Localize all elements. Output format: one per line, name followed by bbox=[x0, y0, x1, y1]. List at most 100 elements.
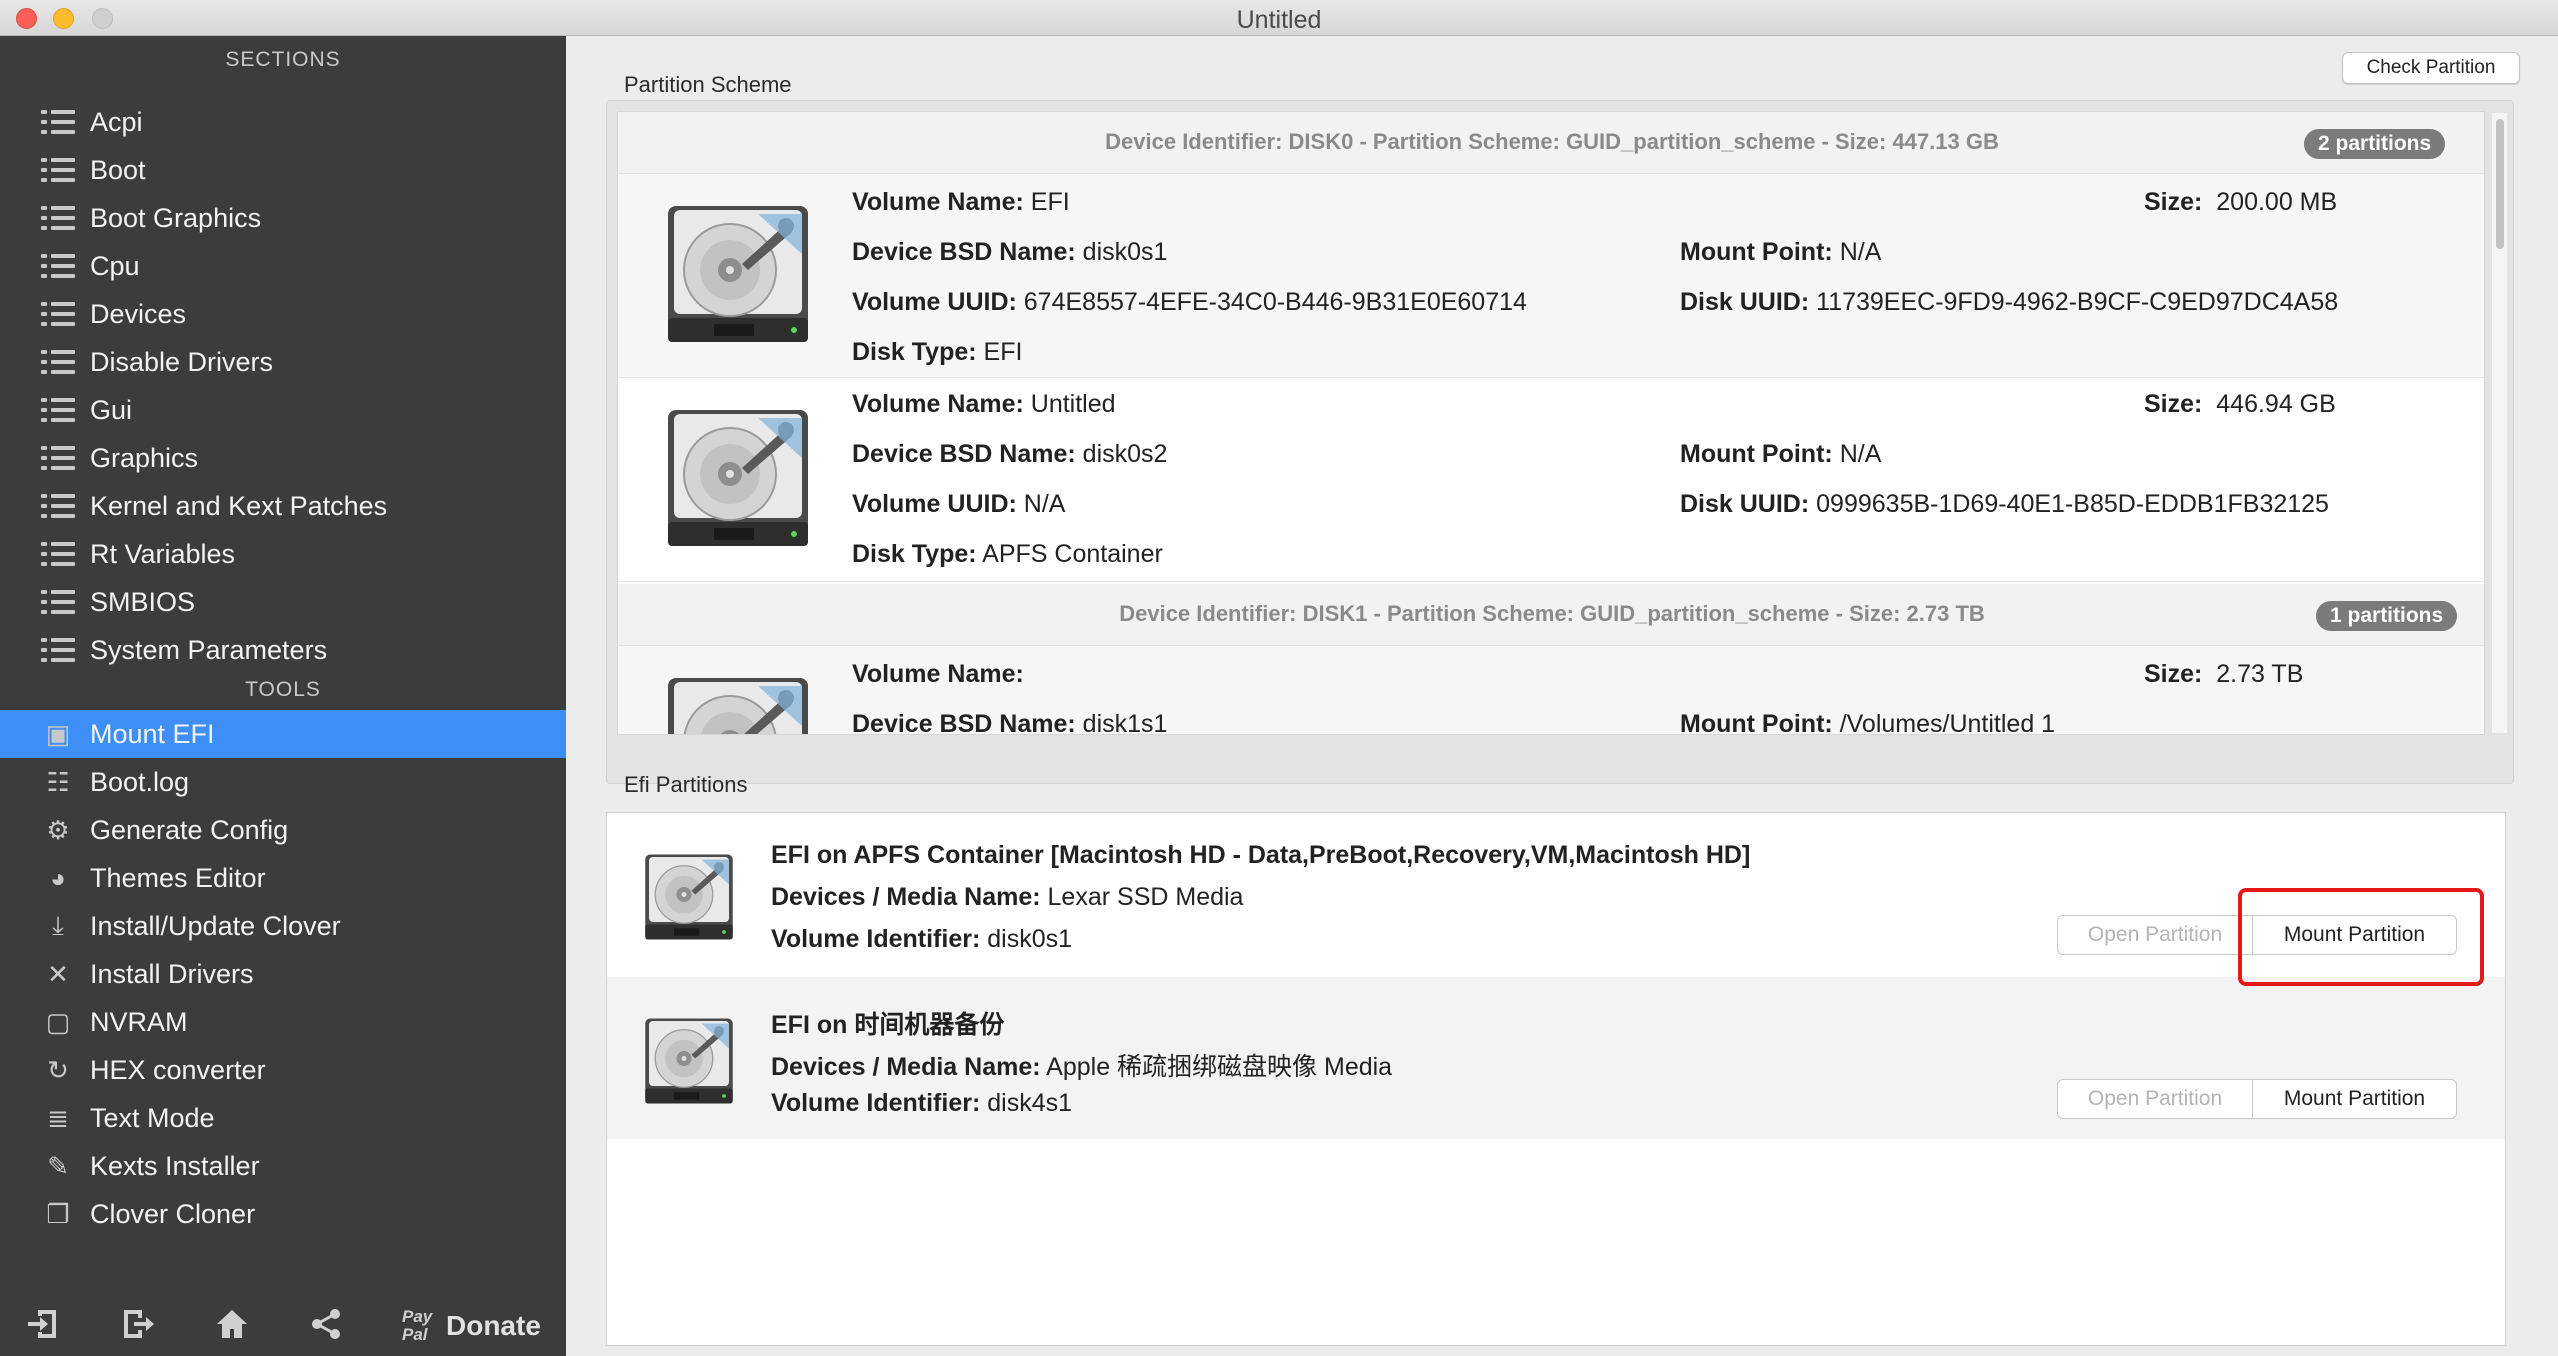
sidebar-item-label: Kexts Installer bbox=[90, 1150, 260, 1181]
volume-uuid: Volume UUID: 674E8557-4EFE-34C0-B446-9B3… bbox=[852, 288, 1527, 316]
sidebar-item-label: NVRAM bbox=[90, 1006, 188, 1037]
partition-size: Size: 2.73 TB bbox=[2144, 660, 2304, 688]
hard-drive-icon bbox=[658, 398, 818, 558]
sidebar-item-smbios[interactable]: SMBIOS bbox=[0, 578, 566, 626]
bsd-name: Device BSD Name: disk1s1 bbox=[852, 710, 1168, 735]
sidebar-item-label: Clover Cloner bbox=[90, 1198, 256, 1229]
sidebar-item-label: Generate Config bbox=[90, 814, 289, 845]
sidebar-item-label: Graphics bbox=[90, 442, 199, 473]
gears-icon: ⚙ bbox=[46, 814, 70, 845]
bsd-name: Device BSD Name: disk0s1 bbox=[852, 238, 1168, 266]
download-icon: ⤓ bbox=[52, 910, 64, 940]
sidebar-item-boot[interactable]: Boot bbox=[0, 146, 566, 194]
list-icon bbox=[40, 300, 76, 328]
sidebar-item-label: HEX converter bbox=[90, 1054, 266, 1085]
disk-header: Device Identifier: DISK0 - Partition Sch… bbox=[618, 112, 2484, 174]
sidebar-bottom-bar: Pay Pal Donate bbox=[0, 1286, 566, 1356]
sidebar-item-kexts-installer[interactable]: ✎ Kexts Installer bbox=[0, 1142, 566, 1190]
sidebar-item-label: Gui bbox=[90, 394, 133, 425]
sidebar-item-gui[interactable]: Gui bbox=[0, 386, 566, 434]
chip-icon: ▢ bbox=[45, 1006, 71, 1037]
partition-size: Size: 200.00 MB bbox=[2144, 188, 2338, 216]
list-icon bbox=[40, 204, 76, 232]
sidebar-item-cpu[interactable]: Cpu bbox=[0, 242, 566, 290]
partition-list[interactable]: Device Identifier: DISK0 - Partition Sch… bbox=[617, 111, 2485, 735]
partition-count-badge: 1 partitions bbox=[2316, 601, 2458, 631]
partition-scheme-label: Partition Scheme bbox=[624, 72, 792, 97]
efi-partitions-box: EFI on APFS Container [Macintosh HD - Da… bbox=[606, 812, 2506, 1346]
volume-name: Volume Name: Untitled bbox=[852, 390, 1116, 418]
list-icon bbox=[40, 252, 76, 280]
sections-header: SECTIONS bbox=[225, 48, 341, 71]
partition-row[interactable]: Volume Name: Untitled Size: 446.94 GB De… bbox=[618, 378, 2484, 582]
mount-point: Mount Point: N/A bbox=[1680, 440, 1882, 468]
list-icon bbox=[40, 396, 76, 424]
volume-uuid: Volume UUID: N/A bbox=[852, 490, 1066, 518]
partition-scheme-box: Device Identifier: DISK0 - Partition Sch… bbox=[606, 100, 2514, 784]
partition-size: Size: 446.94 GB bbox=[2144, 390, 2336, 418]
sidebar-item-graphics[interactable]: Graphics bbox=[0, 434, 566, 482]
clone-icon: ❐ bbox=[46, 1198, 70, 1229]
sidebar-item-devices[interactable]: Devices bbox=[0, 290, 566, 338]
sidebar-item-label: Text Mode bbox=[90, 1102, 215, 1133]
scroll-thumb[interactable] bbox=[2496, 119, 2504, 249]
list-icon bbox=[40, 540, 76, 568]
sidebar-item-themes-editor[interactable]: ◕ Themes Editor bbox=[0, 854, 566, 902]
sidebar-item-install-drivers[interactable]: ✕ Install Drivers bbox=[0, 950, 566, 998]
efi-row[interactable]: EFI on 时间机器备份 Devices / Media Name: Appl… bbox=[607, 977, 2505, 1139]
tools-header: TOOLS bbox=[245, 678, 321, 701]
efi-partitions-label: Efi Partitions bbox=[624, 772, 748, 797]
hard-drive-icon bbox=[639, 847, 739, 947]
highlight-box bbox=[2238, 888, 2484, 986]
donate-button[interactable]: Pay Pal Donate bbox=[402, 1306, 541, 1346]
volume-name: Volume Name: EFI bbox=[852, 188, 1070, 216]
plug-icon: ✎ bbox=[47, 1150, 69, 1181]
sidebar-item-rt-variables[interactable]: Rt Variables bbox=[0, 530, 566, 578]
sidebar-item-hex-converter[interactable]: ↻ HEX converter bbox=[0, 1046, 566, 1094]
export-icon[interactable] bbox=[118, 1306, 158, 1342]
tools-icon: ✕ bbox=[47, 958, 69, 989]
open-partition-button[interactable]: Open Partition bbox=[2057, 1079, 2253, 1119]
efi-title: EFI on 时间机器备份 bbox=[771, 1011, 1005, 1039]
open-partition-button[interactable]: Open Partition bbox=[2057, 915, 2253, 955]
sidebar-item-acpi[interactable]: Acpi bbox=[0, 98, 566, 146]
sidebar-item-label: Cpu bbox=[90, 250, 140, 281]
efi-row[interactable]: EFI on APFS Container [Macintosh HD - Da… bbox=[607, 813, 2505, 975]
sidebar-item-clover-cloner[interactable]: ❐ Clover Cloner bbox=[0, 1190, 566, 1238]
sidebar-item-boot-graphics[interactable]: Boot Graphics bbox=[0, 194, 566, 242]
check-partition-button[interactable]: Check Partition bbox=[2342, 52, 2520, 84]
media-name: Devices / Media Name: Lexar SSD Media bbox=[771, 883, 1244, 911]
text-icon: ≣ bbox=[47, 1102, 69, 1133]
sidebar-item-text-mode[interactable]: ≣ Text Mode bbox=[0, 1094, 566, 1142]
media-name: Devices / Media Name: Apple 稀疏捆绑磁盘映像 Med… bbox=[771, 1053, 1393, 1081]
sidebar-item-label: Mount EFI bbox=[90, 718, 215, 749]
partition-row[interactable]: Volume Name: EFI Size: 200.00 MB Device … bbox=[618, 174, 2484, 378]
main-panel: Partition Scheme Check Partition Device … bbox=[566, 36, 2558, 1356]
sidebar-item-install-update-clover[interactable]: ⤓ Install/Update Clover bbox=[0, 902, 566, 950]
hard-drive-icon bbox=[658, 666, 818, 734]
mount-point: Mount Point: /Volumes/Untitled 1 bbox=[1680, 710, 2056, 735]
disk-uuid: Disk UUID: 0999635B-1D69-40E1-B85D-EDDB1… bbox=[1680, 490, 2329, 518]
sidebar-item-boot-log[interactable]: ☷ Boot.log bbox=[0, 758, 566, 806]
sidebar-item-nvram[interactable]: ▢ NVRAM bbox=[0, 998, 566, 1046]
palette-icon: ◕ bbox=[50, 862, 66, 893]
scrollbar[interactable] bbox=[2491, 113, 2507, 733]
donate-label: Donate bbox=[446, 1310, 541, 1341]
bsd-name: Device BSD Name: disk0s2 bbox=[852, 440, 1168, 468]
mount-partition-button[interactable]: Mount Partition bbox=[2253, 1079, 2457, 1119]
share-icon[interactable] bbox=[306, 1306, 346, 1342]
sidebar-item-kernel-and-kext-patches[interactable]: Kernel and Kext Patches bbox=[0, 482, 566, 530]
import-icon[interactable] bbox=[22, 1306, 62, 1342]
list-icon bbox=[40, 636, 76, 664]
disk-icon: ▣ bbox=[45, 718, 71, 749]
sidebar-item-label: Boot Graphics bbox=[90, 202, 262, 233]
partition-row[interactable]: Volume Name: Size: 2.73 TB Device BSD Na… bbox=[618, 646, 2484, 735]
volume-name: Volume Name: bbox=[852, 660, 1024, 688]
sidebar-item-system-parameters[interactable]: System Parameters bbox=[0, 626, 566, 674]
list-icon bbox=[40, 492, 76, 520]
hard-drive-icon bbox=[658, 194, 818, 354]
home-icon[interactable] bbox=[212, 1306, 252, 1342]
sidebar-item-disable-drivers[interactable]: Disable Drivers bbox=[0, 338, 566, 386]
sidebar-item-mount-efi[interactable]: ▣ Mount EFI bbox=[0, 710, 566, 758]
sidebar-item-generate-config[interactable]: ⚙ Generate Config bbox=[0, 806, 566, 854]
